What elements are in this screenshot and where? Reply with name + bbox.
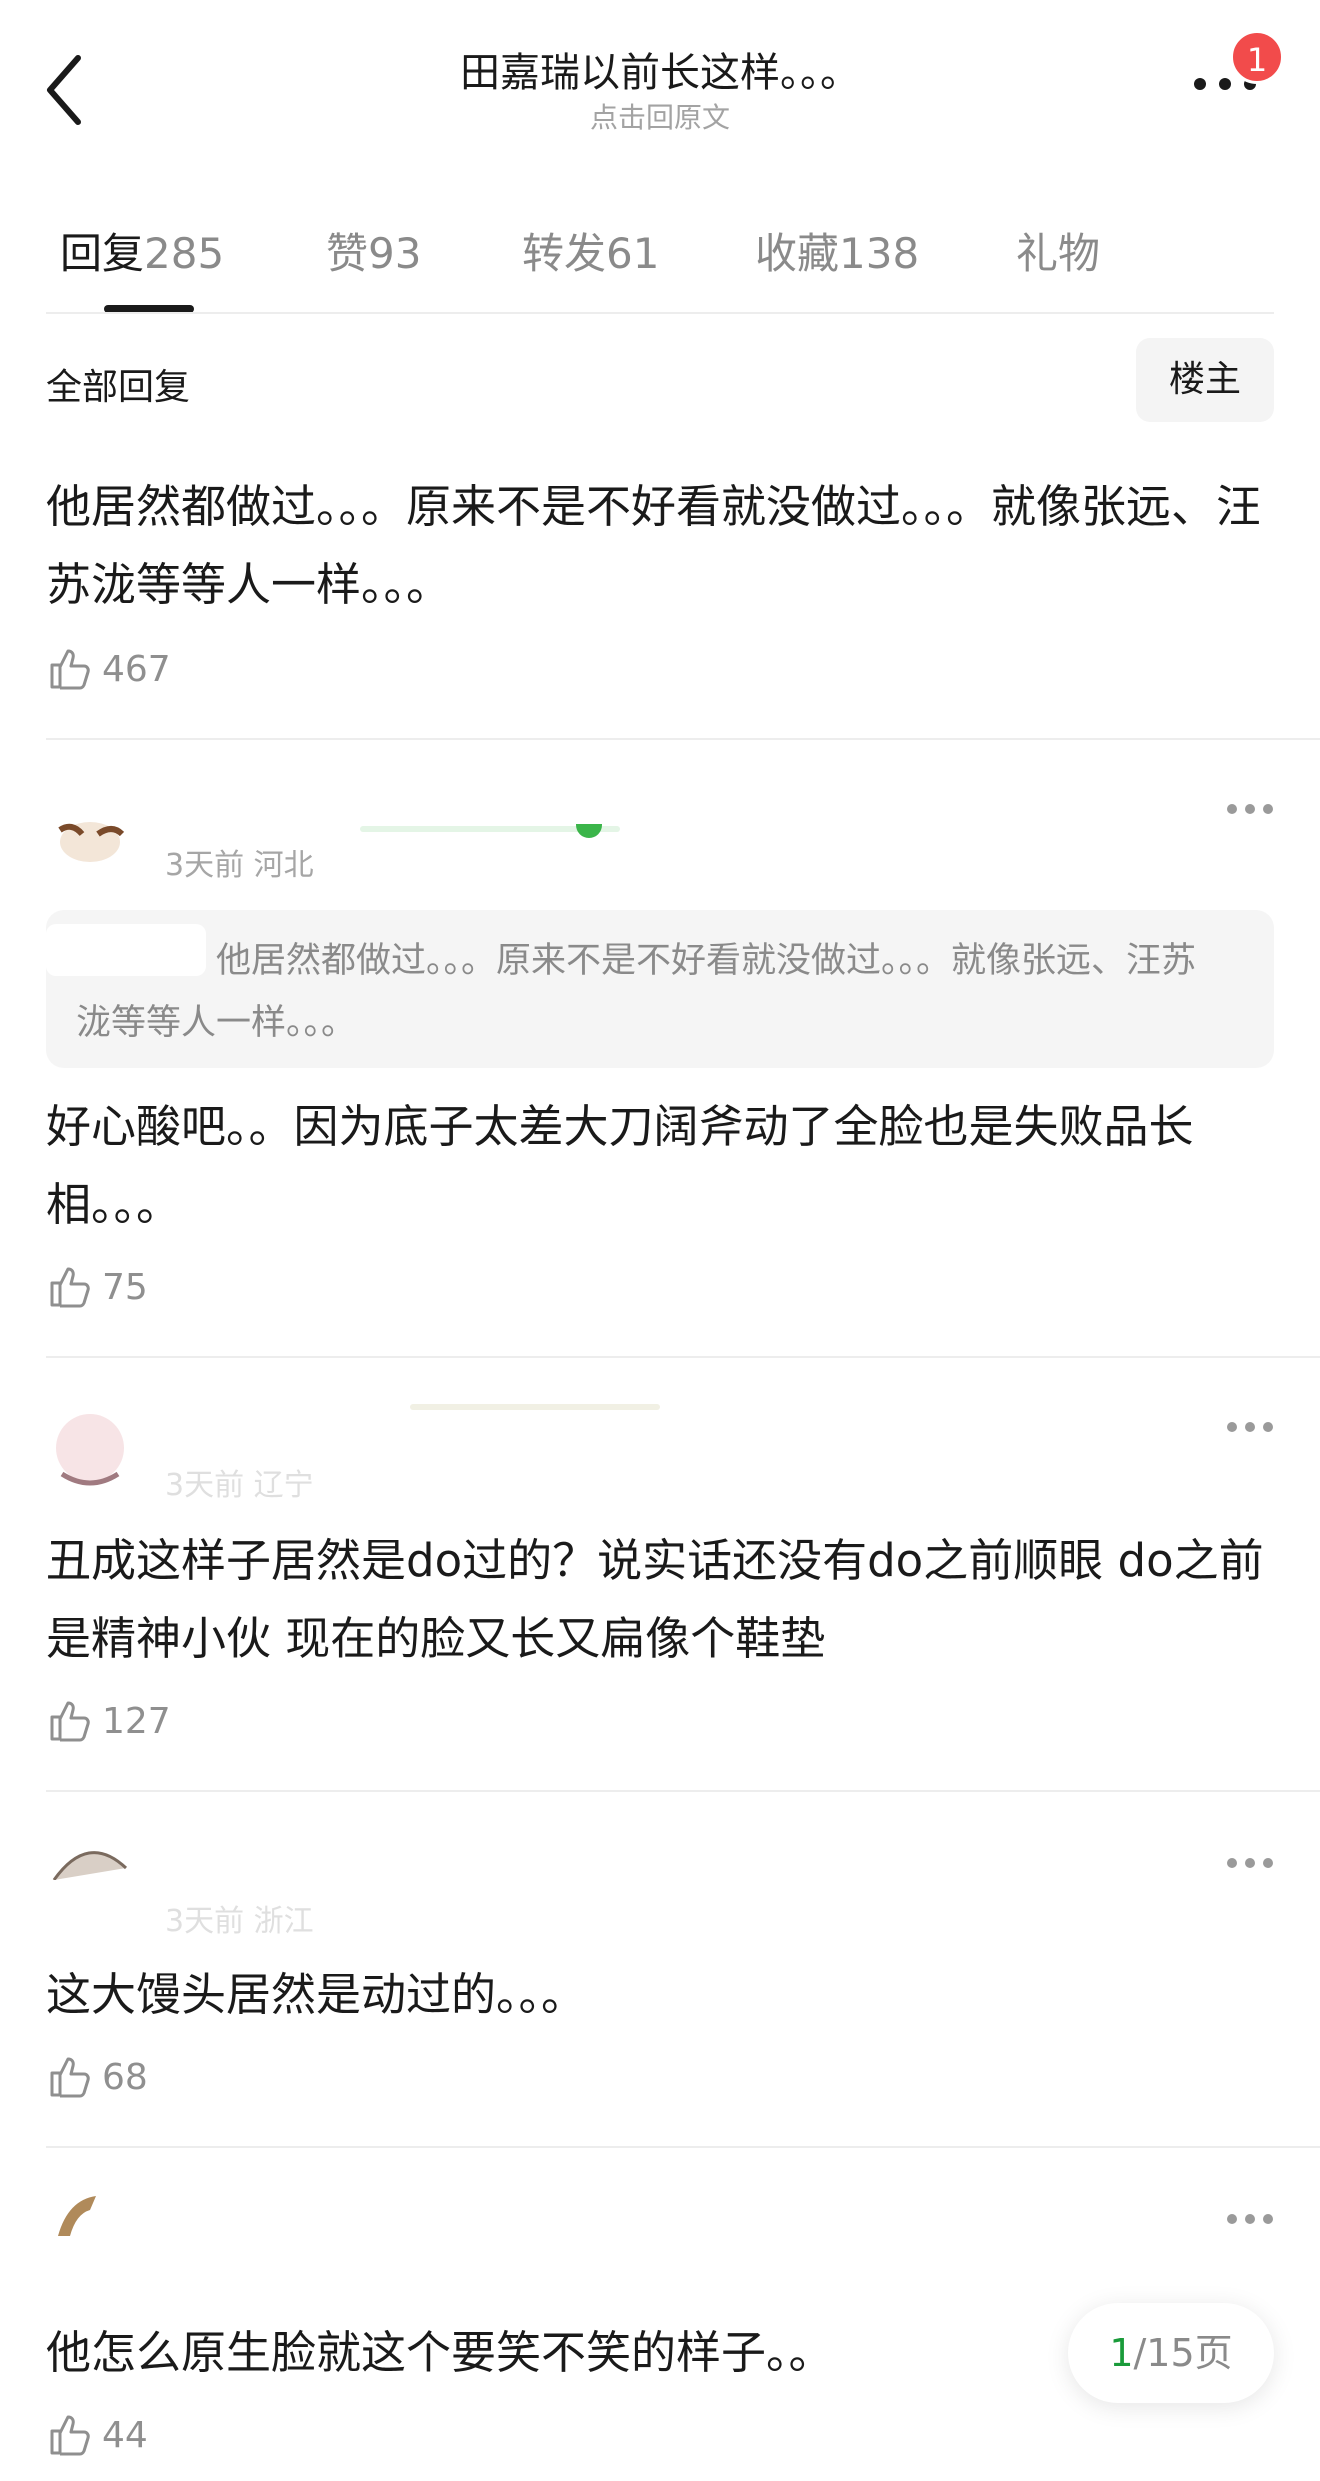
divider: [46, 1356, 1320, 1358]
like-button[interactable]: 68: [46, 2052, 148, 2102]
thumbs-up-icon: [50, 649, 90, 690]
all-replies-label: 全部回复: [46, 367, 191, 408]
tab-label: 转发: [522, 229, 607, 278]
like-button[interactable]: 127: [46, 1696, 171, 1746]
thumbs-up-icon: [50, 1267, 90, 1308]
tab-count: 138: [839, 229, 920, 278]
quoted-text: 他居然都做过。。。原来不是不好看就没做过。。。就像张远、汪苏泷等等人一样。。。: [76, 930, 1216, 1054]
thumbs-up-icon: [50, 2415, 90, 2456]
comment-text[interactable]: 丑成这样子居然是do过的？说实话还没有do之前顺眼 do之前是精神小伙 现在的脸…: [46, 1522, 1276, 1678]
tab-label: 赞: [326, 229, 369, 278]
like-count: 44: [102, 2414, 148, 2456]
tab-label: 礼物: [1016, 229, 1101, 278]
more-icon[interactable]: [1225, 2212, 1275, 2226]
current-page: 1: [1109, 2331, 1134, 2375]
avatar[interactable]: [50, 820, 130, 864]
thumbs-up-icon: [50, 2057, 90, 2098]
notification-badge[interactable]: 1: [1230, 30, 1284, 84]
avatar[interactable]: [50, 1836, 130, 1880]
post-title[interactable]: 田嘉瑞以前长这样。。。: [300, 40, 1020, 98]
like-count: 68: [102, 2056, 148, 2098]
like-button[interactable]: 44: [46, 2410, 148, 2460]
username-blur: [410, 1404, 660, 1410]
comment-meta: 3天前 辽宁: [165, 1468, 314, 1503]
comment-text[interactable]: 这大馒头居然是动过的。。。: [46, 1956, 1276, 2034]
page-indicator[interactable]: 1/15页: [1068, 2303, 1274, 2403]
divider: [46, 2146, 1320, 2148]
avatar[interactable]: [50, 1402, 130, 1492]
back-arrow-icon[interactable]: [40, 50, 90, 130]
comment-text[interactable]: 他居然都做过。。。原来不是不好看就没做过。。。就像张远、汪苏泷等等人一样。。。: [46, 468, 1276, 624]
tab-likes[interactable]: 赞93: [326, 220, 421, 281]
like-button[interactable]: 467: [46, 644, 171, 694]
tab-label: 收藏: [755, 229, 840, 278]
level-badge-icon: [576, 824, 602, 838]
thumbs-up-icon: [50, 1701, 90, 1742]
total-pages: /15页: [1133, 2331, 1233, 2375]
tab-reposts[interactable]: 转发61: [522, 220, 659, 281]
divider: [46, 1790, 1320, 1792]
like-count: 467: [102, 648, 171, 690]
comment-meta: 3天前 河北: [165, 848, 314, 883]
tab-count: 93: [368, 229, 422, 278]
tab-label: 回复: [60, 229, 145, 278]
username-mask: [140, 1412, 440, 1458]
like-count: 127: [102, 1700, 171, 1742]
op-filter-button[interactable]: 楼主: [1136, 338, 1274, 422]
comment-meta: 3天前 浙江: [165, 1904, 314, 1939]
like-button[interactable]: 75: [46, 1262, 148, 1312]
quoted-text-body: 他居然都做过。。。原来不是不好看就没做过。。。就像张远、汪苏泷等等人一样。。。: [76, 941, 1197, 1043]
tab-gifts[interactable]: 礼物: [1016, 220, 1100, 281]
tab-count: 285: [144, 229, 225, 278]
tab-count: 61: [606, 229, 660, 278]
comment-text[interactable]: 好心酸吧。。因为底子太差大刀阔斧动了全脸也是失败品长相。。。: [46, 1088, 1276, 1244]
more-icon[interactable]: [1225, 802, 1275, 816]
more-icon[interactable]: [1225, 1856, 1275, 1870]
like-count: 75: [102, 1266, 148, 1308]
more-icon[interactable]: [1225, 1420, 1275, 1434]
tab-favorites[interactable]: 收藏138: [755, 220, 919, 281]
back-to-original-link[interactable]: 点击回原文: [300, 96, 1020, 136]
divider: [46, 738, 1320, 740]
divider: [46, 312, 1274, 314]
tab-replies[interactable]: 回复285: [60, 220, 224, 281]
avatar[interactable]: [50, 2192, 130, 2236]
comment-text[interactable]: 他怎么原生脸就这个要笑不笑的样子。。: [46, 2314, 1046, 2392]
